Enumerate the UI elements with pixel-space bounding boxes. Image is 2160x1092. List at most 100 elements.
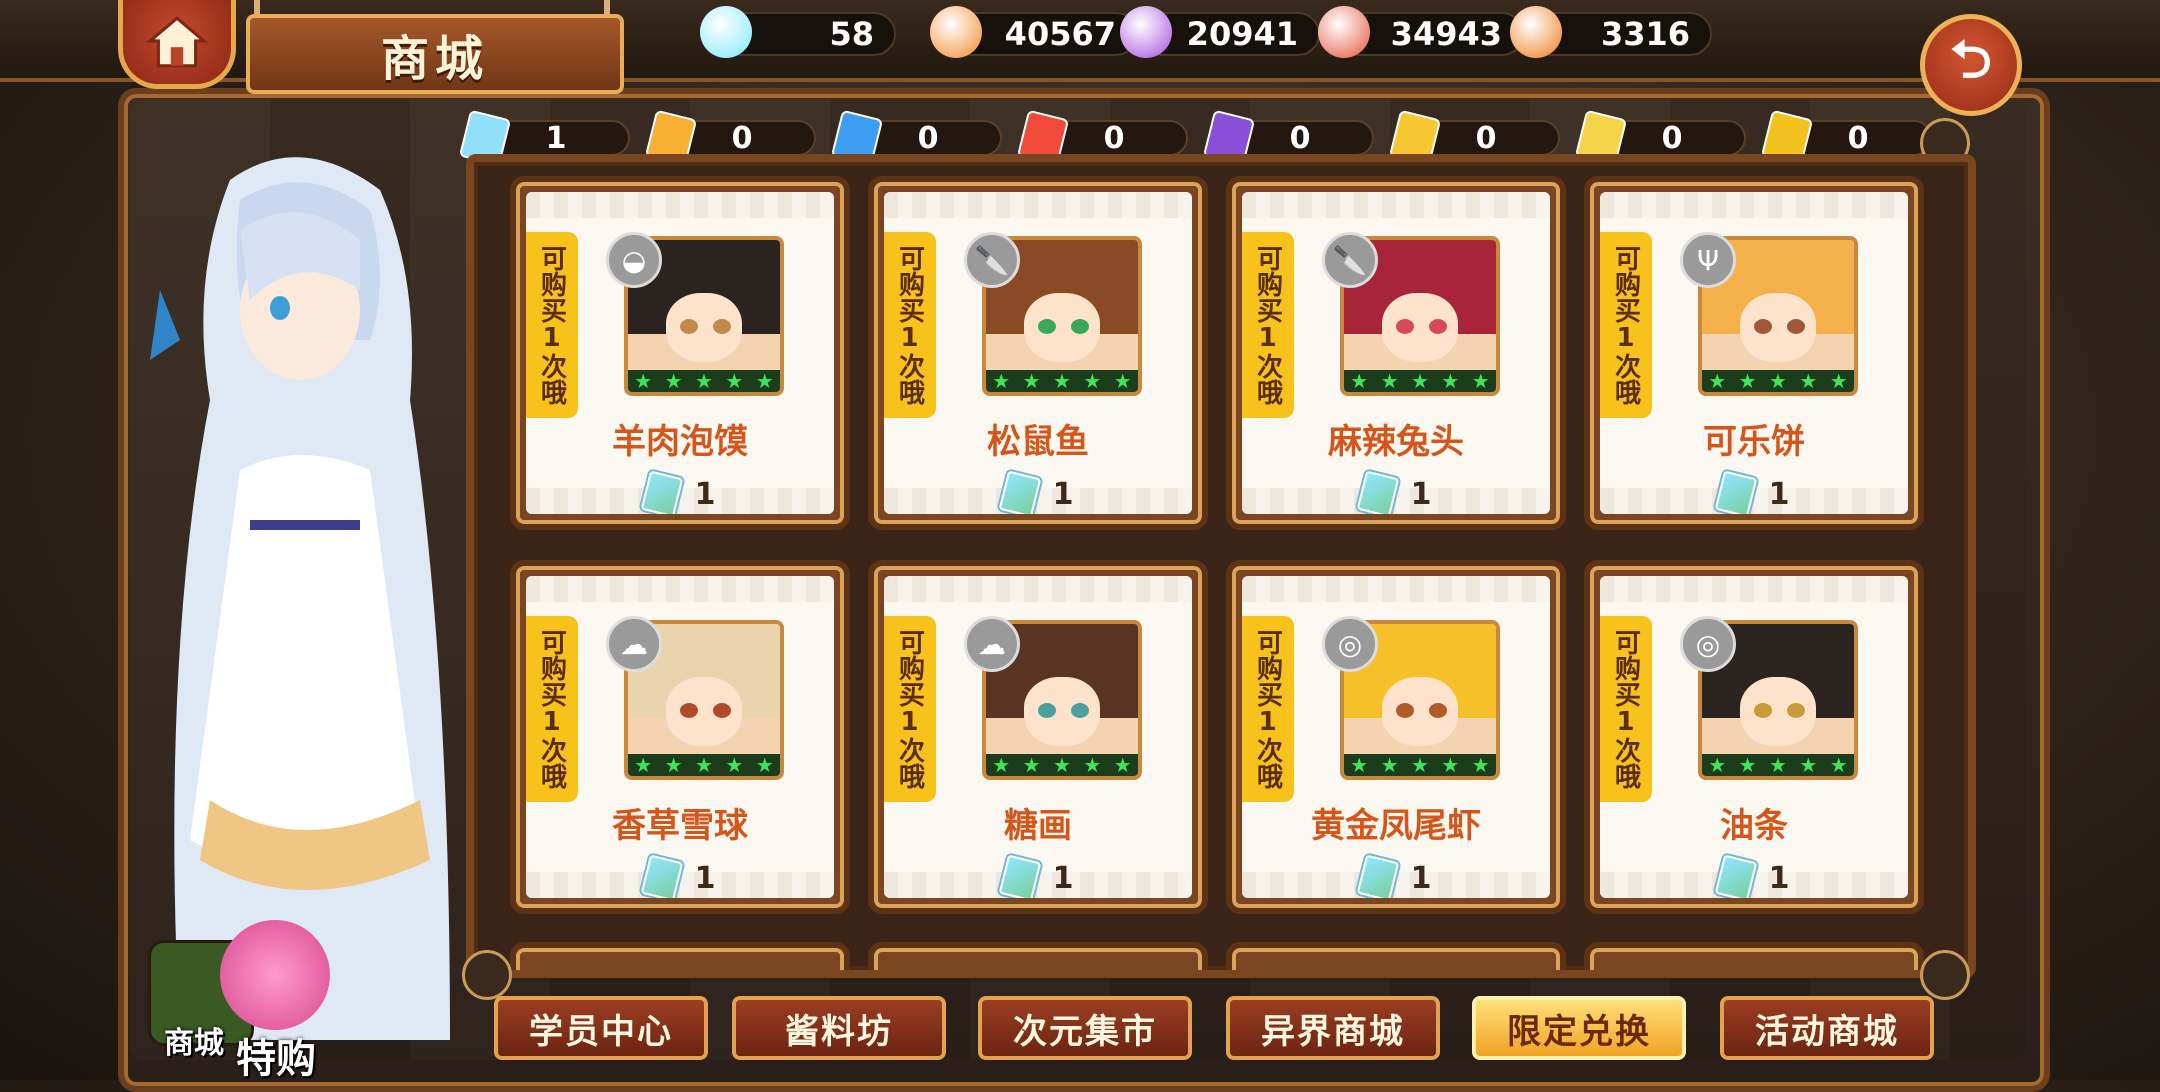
- card-body: 可购买1次哦 ☁ ★ ★ ★ ★ ★ 糖画 1: [884, 576, 1192, 898]
- dish-name: 羊肉泡馍: [612, 422, 748, 462]
- star-rating: ★ ★ ★ ★ ★: [986, 369, 1138, 393]
- ticket-value: 0: [1289, 120, 1311, 156]
- currency-value: 20941: [1186, 15, 1298, 53]
- shop-item-card[interactable]: 可购买1次哦 ◒ ★ ★ ★ ★ ★ 羊肉泡馍 1: [510, 176, 850, 530]
- card-body: 可购买1次哦 ◒ ★ ★ ★ ★ ★ 羊肉泡馍 1: [526, 192, 834, 514]
- shop-side-label: 商城: [164, 1026, 224, 1061]
- item-price: 1: [1242, 470, 1550, 514]
- ticket-value: 0: [1475, 120, 1497, 156]
- currency-value: 34943: [1390, 15, 1502, 53]
- star-icon: ★: [1022, 369, 1041, 393]
- page-title: 商城: [246, 14, 624, 94]
- ticket-icon: [1356, 470, 1399, 514]
- star-rating: ★ ★ ★ ★ ★: [628, 369, 780, 393]
- item-price: 1: [1242, 854, 1550, 898]
- dish-name: 松鼠鱼: [987, 422, 1089, 462]
- star-icon: ★: [1350, 753, 1369, 777]
- price-value: 1: [1410, 476, 1432, 512]
- star-icon: ★: [695, 369, 713, 393]
- ticket-value: 0: [917, 120, 939, 156]
- dish-name: 黄金凤尾虾: [1311, 806, 1481, 846]
- star-icon: ★: [695, 753, 713, 777]
- portrait-eye: [1037, 703, 1056, 719]
- star-rating: ★ ★ ★ ★ ★: [1344, 753, 1496, 777]
- tab-6[interactable]: 活动商城: [1720, 996, 1934, 1060]
- ticket-icon: [1714, 854, 1757, 898]
- tab-5[interactable]: 限定兑换: [1472, 996, 1686, 1060]
- ticket-value: 0: [1661, 120, 1683, 156]
- item-price: 1: [1600, 470, 1908, 514]
- card-pattern: [884, 192, 1192, 218]
- card-pattern: [1600, 192, 1908, 218]
- portrait-eye: [1753, 319, 1772, 335]
- shop-item-card[interactable]: 可购买1次哦 ◎ ★ ★ ★ ★ ★ 黄金凤尾虾 1: [1226, 560, 1566, 914]
- star-rating: ★ ★ ★ ★ ★: [1702, 753, 1854, 777]
- rainbow-gem-icon: [700, 6, 752, 58]
- star-icon: ★: [1113, 753, 1132, 777]
- card-pattern: [1242, 576, 1550, 602]
- star-icon: ★: [1380, 369, 1399, 393]
- card-pattern: [1242, 192, 1550, 218]
- card-body: 可购买1次哦 ☁ ★ ★ ★ ★ ★ 香草雪球 1: [526, 576, 834, 898]
- star-icon: ★: [664, 369, 683, 393]
- shop-item-card[interactable]: 可购买1次哦 ◎ ★ ★ ★ ★ ★ 油条 1: [1584, 560, 1924, 914]
- price-value: 1: [1768, 476, 1790, 512]
- tab-4[interactable]: 异界商城: [1226, 996, 1440, 1060]
- star-icon: ★: [1022, 753, 1041, 777]
- muffin-icon: ☁: [606, 616, 662, 672]
- currency-value: 40567: [1004, 15, 1116, 53]
- portrait-eye: [1037, 319, 1056, 335]
- star-icon: ★: [1441, 753, 1460, 777]
- star-rating: ★ ★ ★ ★ ★: [628, 753, 780, 777]
- shop-item-card[interactable]: 可购买1次哦 ☁ ★ ★ ★ ★ ★ 香草雪球 1: [510, 560, 850, 914]
- tab-1[interactable]: 学员中心: [494, 996, 708, 1060]
- star-icon: ★: [1738, 369, 1757, 393]
- purple-crystal-icon: [1120, 6, 1172, 58]
- star-icon: ★: [1411, 753, 1429, 777]
- price-value: 1: [1410, 860, 1432, 896]
- bowl-icon: ◒: [606, 232, 662, 288]
- star-icon: ★: [1053, 369, 1071, 393]
- currency-value: 58: [829, 15, 874, 53]
- shop-item-card[interactable]: 可购买1次哦 🔪 ★ ★ ★ ★ ★ 松鼠鱼 1: [868, 176, 1208, 530]
- tab-2[interactable]: 酱料坊: [732, 996, 946, 1060]
- card-body: 可购买1次哦 ◎ ★ ★ ★ ★ ★ 油条 1: [1600, 576, 1908, 898]
- item-price: 1: [526, 470, 834, 514]
- shop-item-card[interactable]: 可购买1次哦 🔪 ★ ★ ★ ★ ★ 麻辣兔头 1: [1226, 176, 1566, 530]
- card-pattern: [526, 576, 834, 602]
- star-icon: ★: [1471, 369, 1490, 393]
- shop-item-card[interactable]: 可购买1次哦 Ψ ★ ★ ★ ★ ★ 可乐饼 1: [1584, 176, 1924, 530]
- star-icon: ★: [992, 369, 1011, 393]
- back-button[interactable]: ⮌: [1920, 14, 2022, 116]
- star-icon: ★: [1708, 369, 1727, 393]
- ticket-icon: [1356, 854, 1399, 898]
- special-offer-button[interactable]: [220, 920, 330, 1030]
- shop-panel: 可购买1次哦 ◒ ★ ★ ★ ★ ★ 羊肉泡馍 1 可购买1次哦 🔪 ★ ★ ★…: [466, 154, 1976, 978]
- home-button[interactable]: [118, 0, 236, 89]
- fork-icon: Ψ: [1680, 232, 1736, 288]
- special-offer-label: 特购: [236, 1036, 316, 1082]
- star-icon: ★: [1083, 369, 1102, 393]
- ticket-value: 0: [1103, 120, 1125, 156]
- purchase-limit-ribbon: 可购买1次哦: [1242, 232, 1294, 418]
- portrait-eye: [1395, 703, 1414, 719]
- star-icon: ★: [1083, 753, 1102, 777]
- dish-name: 香草雪球: [612, 806, 748, 846]
- next-row-card: [868, 942, 1208, 970]
- dish-name: 麻辣兔头: [1328, 422, 1464, 462]
- ticket-icon: [640, 470, 683, 514]
- tab-3[interactable]: 次元集市: [978, 996, 1192, 1060]
- ticket-value: 0: [731, 120, 753, 156]
- star-icon: ★: [1769, 369, 1787, 393]
- portrait-eye: [679, 319, 698, 335]
- star-rating: ★ ★ ★ ★ ★: [1344, 369, 1496, 393]
- star-icon: ★: [1829, 753, 1848, 777]
- next-row-card: [1584, 942, 1924, 970]
- card-pattern: [884, 576, 1192, 602]
- shop-item-card[interactable]: 可购买1次哦 ☁ ★ ★ ★ ★ ★ 糖画 1: [868, 560, 1208, 914]
- muffin-icon: ☁: [964, 616, 1020, 672]
- star-icon: ★: [992, 753, 1011, 777]
- home-icon: [146, 16, 208, 68]
- price-value: 1: [694, 860, 716, 896]
- ticket-bar: 1 0 0 0 0 0 0 0: [458, 109, 1932, 167]
